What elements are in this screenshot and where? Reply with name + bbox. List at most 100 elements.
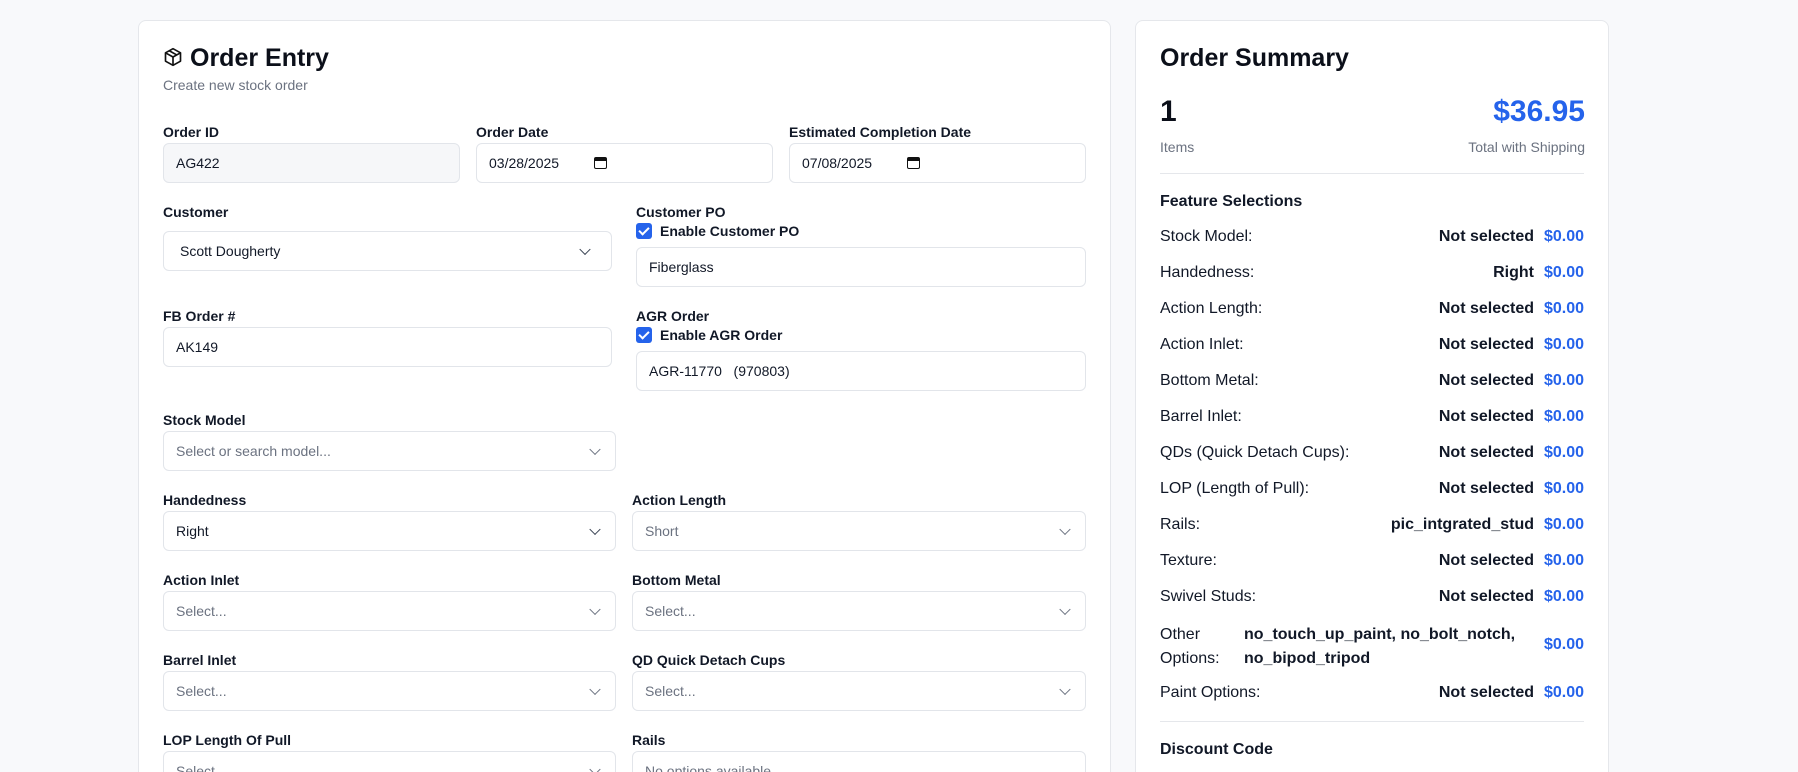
summary-row: Stock Model: Not selected $0.00 bbox=[1160, 228, 1584, 252]
customer-value: Scott Dougherty bbox=[180, 243, 281, 259]
page-subtitle: Create new stock order bbox=[163, 77, 308, 93]
summary-row-paint-options: Paint Options: Not selected $0.00 bbox=[1160, 684, 1584, 708]
summary-row: Rails: pic_intgrated_stud $0.00 bbox=[1160, 516, 1584, 540]
summary-row-value: Not selected bbox=[1438, 684, 1534, 701]
summary-divider bbox=[1160, 173, 1584, 174]
rails-select[interactable]: No options available bbox=[632, 751, 1086, 772]
barrel-inlet-placeholder: Select... bbox=[176, 683, 227, 699]
action-length-label: Action Length bbox=[632, 492, 727, 508]
agr-order-input[interactable]: AGR-11770 (970803) bbox=[636, 351, 1086, 391]
summary-row-price: $0.00 bbox=[1543, 684, 1584, 701]
agr-order-checkbox[interactable] bbox=[636, 327, 652, 343]
summary-row-price: $0.00 bbox=[1543, 480, 1584, 497]
summary-row-value: Not selected bbox=[1438, 588, 1534, 605]
summary-row-value: Not selected bbox=[1438, 480, 1534, 497]
items-count: 1 bbox=[1160, 95, 1177, 128]
action-length-select[interactable]: Short bbox=[632, 511, 1086, 551]
summary-row-value: Not selected bbox=[1438, 300, 1534, 317]
summary-row-name: Bottom Metal: bbox=[1160, 372, 1259, 389]
calendar-icon[interactable] bbox=[594, 157, 607, 169]
summary-row-price: $0.00 bbox=[1543, 444, 1584, 461]
summary-row-price: $0.00 bbox=[1543, 336, 1584, 353]
summary-row: Barrel Inlet: Not selected $0.00 bbox=[1160, 408, 1584, 432]
summary-row: LOP (Length of Pull): Not selected $0.00 bbox=[1160, 480, 1584, 504]
qd-cups-select[interactable]: Select... bbox=[632, 671, 1086, 711]
action-length-value: Short bbox=[645, 523, 679, 539]
rails-placeholder: No options available bbox=[645, 763, 772, 772]
summary-divider bbox=[1160, 721, 1584, 722]
chevron-down-icon bbox=[579, 243, 591, 256]
summary-row-name: Other Options: bbox=[1160, 623, 1220, 671]
action-inlet-select[interactable]: Select... bbox=[163, 591, 616, 631]
summary-row-price: $0.00 bbox=[1543, 516, 1584, 533]
other-options-value-1: no_touch_up_paint, no_bolt_notch, bbox=[1244, 626, 1516, 643]
rails-label: Rails bbox=[632, 732, 666, 748]
order-date-input[interactable]: 03/28/2025 bbox=[476, 143, 773, 183]
chevron-down-icon bbox=[589, 523, 601, 536]
summary-row-name: Texture: bbox=[1160, 552, 1217, 569]
summary-row-price: $0.00 bbox=[1543, 408, 1584, 425]
bottom-metal-label: Bottom Metal bbox=[632, 572, 721, 588]
completion-date-value: 07/08/2025 bbox=[802, 155, 873, 171]
order-id-value: AG422 bbox=[176, 155, 220, 171]
summary-row-name: QDs (Quick Detach Cups): bbox=[1160, 444, 1350, 461]
summary-row-value: Not selected bbox=[1438, 444, 1534, 461]
order-date-value: 03/28/2025 bbox=[489, 155, 560, 171]
order-id-label: Order ID bbox=[163, 124, 220, 140]
lop-select[interactable]: Select... bbox=[163, 751, 616, 772]
summary-row-name: Handedness: bbox=[1160, 264, 1255, 281]
summary-row: Bottom Metal: Not selected $0.00 bbox=[1160, 372, 1584, 396]
summary-row-value: Right bbox=[1493, 264, 1534, 281]
other-options-value-2: no_bipod_tripod bbox=[1244, 650, 1371, 667]
handedness-value: Right bbox=[176, 523, 209, 539]
summary-row: Texture: Not selected $0.00 bbox=[1160, 552, 1584, 576]
total-label: Total with Shipping bbox=[1468, 139, 1585, 155]
summary-row-name: Action Length: bbox=[1160, 300, 1263, 317]
fb-order-value: AK149 bbox=[176, 339, 219, 355]
handedness-select[interactable]: Right bbox=[163, 511, 616, 551]
summary-row-value: Not selected bbox=[1438, 372, 1534, 389]
items-label: Items bbox=[1160, 139, 1195, 155]
completion-date-input[interactable]: 07/08/2025 bbox=[789, 143, 1086, 183]
summary-row-name: Stock Model: bbox=[1160, 228, 1253, 245]
fb-order-input[interactable]: AK149 bbox=[163, 327, 612, 367]
chevron-down-icon bbox=[589, 763, 601, 772]
summary-row: Action Inlet: Not selected $0.00 bbox=[1160, 336, 1584, 360]
summary-row-name: Barrel Inlet: bbox=[1160, 408, 1242, 425]
customer-select[interactable]: Scott Dougherty bbox=[163, 231, 612, 271]
customer-po-input[interactable]: Fiberglass bbox=[636, 247, 1086, 287]
bottom-metal-placeholder: Select... bbox=[645, 603, 696, 619]
stock-model-select[interactable]: Select or search model... bbox=[163, 431, 616, 471]
summary-row-value: Not selected bbox=[1438, 336, 1534, 353]
summary-row-other-options: Other Options: no_touch_up_paint, no_bol… bbox=[1160, 623, 1584, 673]
order-id-field: AG422 bbox=[163, 143, 460, 183]
summary-row-name: Swivel Studs: bbox=[1160, 588, 1257, 605]
agr-order-checkbox-label[interactable]: Enable AGR Order bbox=[660, 327, 782, 343]
summary-row-price: $0.00 bbox=[1543, 300, 1584, 317]
summary-row-name: Paint Options: bbox=[1160, 684, 1261, 701]
page-title: Order Entry bbox=[190, 44, 329, 72]
chevron-down-icon bbox=[589, 443, 601, 456]
summary-row-price: $0.00 bbox=[1543, 228, 1584, 245]
lop-label: LOP Length Of Pull bbox=[163, 732, 292, 748]
customer-po-value: Fiberglass bbox=[649, 259, 714, 275]
agr-order-value: AGR-11770 (970803) bbox=[649, 363, 790, 379]
fb-order-label: FB Order # bbox=[163, 308, 236, 324]
customer-po-checkbox-label[interactable]: Enable Customer PO bbox=[660, 223, 799, 239]
summary-row-price: $0.00 bbox=[1543, 588, 1584, 605]
customer-po-checkbox[interactable] bbox=[636, 223, 652, 239]
discount-heading: Discount Code bbox=[1160, 741, 1273, 758]
bottom-metal-select[interactable]: Select... bbox=[632, 591, 1086, 631]
features-heading: Feature Selections bbox=[1160, 193, 1303, 210]
barrel-inlet-select[interactable]: Select... bbox=[163, 671, 616, 711]
calendar-icon[interactable] bbox=[907, 157, 920, 169]
summary-row-value: Not selected bbox=[1438, 228, 1534, 245]
summary-row-price: $0.00 bbox=[1543, 636, 1584, 653]
order-total: $36.95 bbox=[1493, 95, 1585, 128]
qd-cups-placeholder: Select... bbox=[645, 683, 696, 699]
summary-row: Action Length: Not selected $0.00 bbox=[1160, 300, 1584, 324]
chevron-down-icon bbox=[589, 603, 601, 616]
customer-po-label: Customer PO bbox=[636, 204, 726, 220]
summary-row-name: LOP (Length of Pull): bbox=[1160, 480, 1310, 497]
other-options-name-1: Other bbox=[1160, 626, 1201, 643]
